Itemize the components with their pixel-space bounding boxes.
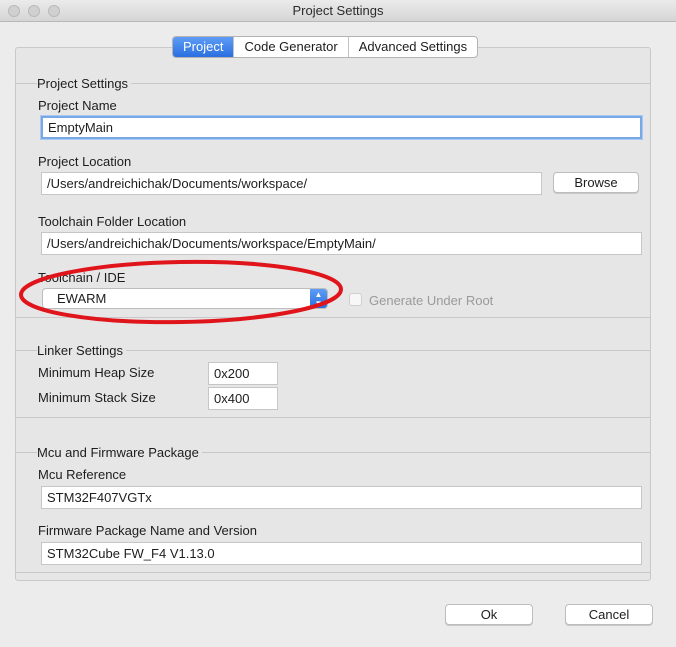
tab-bar: Project Code Generator Advanced Settings (172, 36, 479, 58)
cancel-button[interactable]: Cancel (565, 604, 653, 625)
zoom-window-icon[interactable] (48, 5, 60, 17)
project-location-field[interactable]: /Users/andreichichak/Documents/workspace… (41, 172, 542, 195)
project-location-label: Project Location (38, 154, 132, 169)
firmware-package-label: Firmware Package Name and Version (38, 523, 257, 538)
linker-settings-group (15, 350, 651, 418)
min-stack-label: Minimum Stack Size (38, 390, 156, 405)
generate-under-root-label: Generate Under Root (369, 293, 494, 308)
chevron-up-down-icon: ▲ ▼ (310, 289, 327, 308)
project-settings-title: Project Settings (37, 76, 132, 91)
mcu-firmware-title: Mcu and Firmware Package (37, 445, 202, 460)
toolchain-ide-label: Toolchain / IDE (38, 270, 126, 285)
ok-button[interactable]: Ok (445, 604, 533, 625)
min-stack-field[interactable]: 0x400 (208, 387, 278, 410)
toolchain-ide-select[interactable]: EWARM ▲ ▼ (42, 288, 328, 309)
firmware-package-field: STM32Cube FW_F4 V1.13.0 (41, 542, 642, 565)
close-window-icon[interactable] (8, 5, 20, 17)
browse-button[interactable]: Browse (553, 172, 639, 193)
mcu-reference-field: STM32F407VGTx (41, 486, 642, 509)
project-name-field[interactable]: EmptyMain (41, 116, 642, 139)
tab-advanced-settings[interactable]: Advanced Settings (347, 37, 477, 57)
mcu-reference-label: Mcu Reference (38, 467, 127, 482)
title-bar: Project Settings (0, 0, 676, 22)
tab-project[interactable]: Project (173, 37, 234, 57)
linker-settings-title: Linker Settings (37, 343, 126, 358)
min-heap-field[interactable]: 0x200 (208, 362, 278, 385)
window-title: Project Settings (292, 3, 384, 18)
min-heap-label: Minimum Heap Size (38, 365, 155, 380)
project-name-label: Project Name (38, 98, 117, 113)
toolchain-folder-label: Toolchain Folder Location (38, 214, 187, 229)
minimize-window-icon[interactable] (28, 5, 40, 17)
tab-code-generator[interactable]: Code Generator (233, 37, 347, 57)
generate-under-root-checkbox[interactable] (349, 293, 362, 306)
toolchain-folder-field[interactable]: /Users/andreichichak/Documents/workspace… (41, 232, 642, 255)
toolchain-ide-value: EWARM (57, 291, 107, 306)
